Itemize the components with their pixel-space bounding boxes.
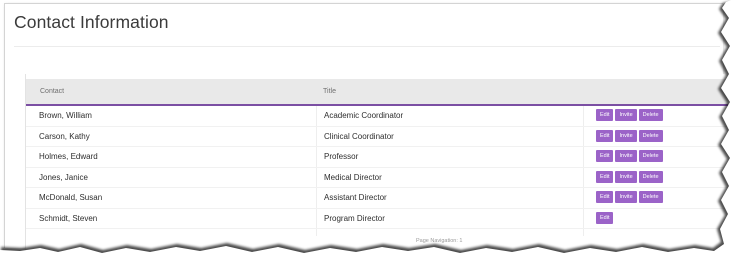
torn-edge-decoration	[0, 0, 731, 258]
